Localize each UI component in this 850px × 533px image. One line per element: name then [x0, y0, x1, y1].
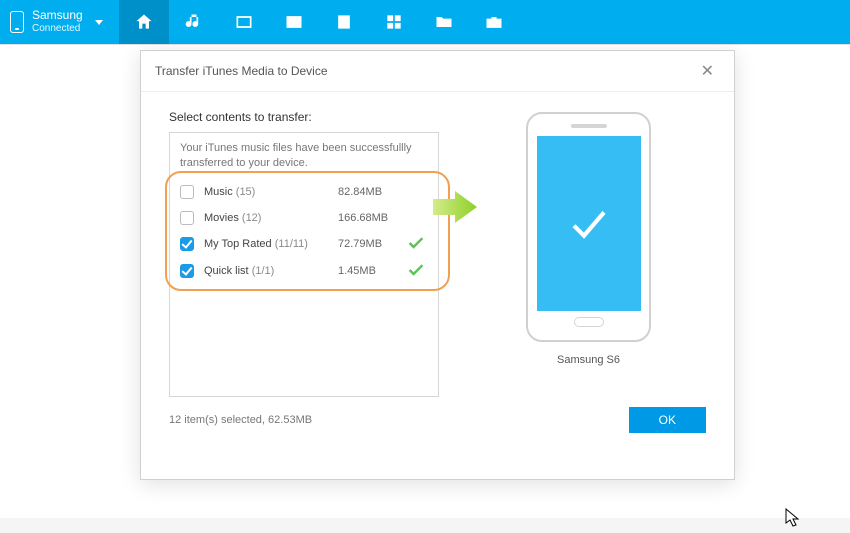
done-icon: [408, 264, 428, 279]
target-phone-graphic: [526, 112, 651, 342]
item-size: 166.68MB: [338, 212, 408, 224]
device-status: Connected: [32, 23, 83, 35]
list-item[interactable]: Music (15)82.84MB: [170, 179, 438, 205]
transfer-dialog: Transfer iTunes Media to Device ✕ Select…: [140, 50, 735, 480]
device-name: Samsung: [32, 9, 83, 23]
cursor-icon: [785, 508, 801, 533]
tab-files[interactable]: [419, 0, 469, 44]
app-body: Transfer iTunes Media to Device ✕ Select…: [0, 44, 850, 518]
chevron-down-icon: [95, 20, 103, 25]
item-count: (15): [236, 186, 256, 198]
done-icon: [408, 237, 428, 252]
target-device-label: Samsung S6: [557, 354, 620, 366]
dialog-title: Transfer iTunes Media to Device: [155, 64, 328, 78]
content-list: Your iTunes music files have been succes…: [169, 132, 439, 397]
item-size: 1.45MB: [338, 265, 408, 277]
selection-status: 12 item(s) selected, 62.53MB: [169, 414, 312, 426]
tab-photos[interactable]: [269, 0, 319, 44]
nav-tabs: [119, 0, 519, 44]
item-size: 72.79MB: [338, 238, 408, 250]
check-icon: [564, 199, 614, 249]
list-item[interactable]: My Top Rated (11/11)72.79MB: [170, 231, 438, 258]
tab-video[interactable]: [219, 0, 269, 44]
prompt-label: Select contents to transfer:: [169, 110, 449, 124]
home-icon: [134, 12, 154, 32]
list-item[interactable]: Movies (12)166.68MB: [170, 205, 438, 231]
tab-home[interactable]: [119, 0, 169, 44]
picture-icon: [284, 12, 304, 32]
tab-music[interactable]: [169, 0, 219, 44]
tab-toolbox[interactable]: [469, 0, 519, 44]
video-icon: [234, 12, 254, 32]
checkbox[interactable]: [180, 185, 194, 199]
item-label: Movies (12): [204, 212, 338, 224]
item-size: 82.84MB: [338, 186, 408, 198]
item-label: My Top Rated (11/11): [204, 238, 338, 250]
contacts-icon: [334, 12, 354, 32]
briefcase-icon: [484, 12, 504, 32]
phone-screen-check: [537, 136, 641, 311]
list-item[interactable]: Quick list (1/1)1.45MB: [170, 258, 438, 285]
top-toolbar: Samsung Connected: [0, 0, 850, 44]
ok-button[interactable]: OK: [629, 407, 706, 433]
item-count: (1/1): [252, 265, 275, 277]
checkbox[interactable]: [180, 237, 194, 251]
checkbox[interactable]: [180, 264, 194, 278]
folder-icon: [434, 12, 454, 32]
device-text: Samsung Connected: [32, 9, 83, 34]
checkbox[interactable]: [180, 211, 194, 225]
result-message: Your iTunes music files have been succes…: [170, 133, 438, 179]
music-icon: [184, 12, 204, 32]
tab-contacts[interactable]: [319, 0, 369, 44]
item-label: Music (15): [204, 186, 338, 198]
apps-icon: [384, 12, 404, 32]
item-label: Quick list (1/1): [204, 265, 338, 277]
close-button[interactable]: ✕: [695, 59, 720, 83]
tab-apps[interactable]: [369, 0, 419, 44]
phone-icon: [10, 11, 24, 33]
device-dropdown[interactable]: [89, 20, 109, 25]
item-count: (11/11): [275, 238, 308, 250]
dialog-header: Transfer iTunes Media to Device ✕: [141, 51, 734, 92]
device-indicator[interactable]: Samsung Connected: [0, 0, 119, 44]
item-count: (12): [242, 212, 262, 224]
